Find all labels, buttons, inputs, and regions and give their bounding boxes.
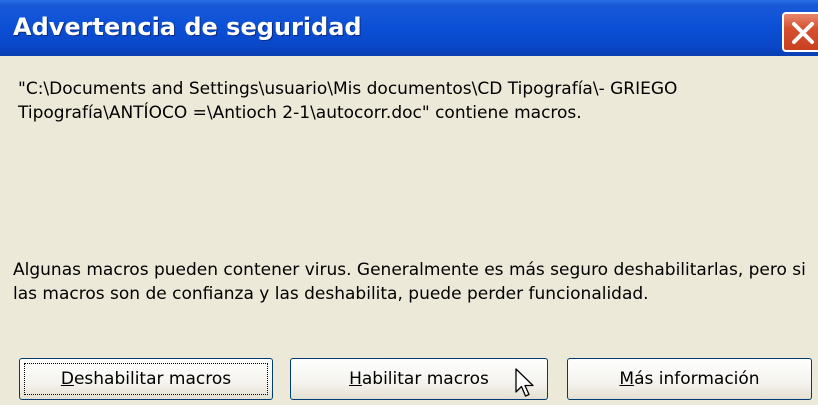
focus-rectangle	[24, 363, 268, 395]
more-info-label: ás información	[634, 369, 760, 389]
disable-macros-button[interactable]: Deshabilitar macros	[19, 358, 273, 400]
macro-file-message: "C:\Documents and Settings\usuario\Mis d…	[18, 79, 678, 123]
mouse-pointer-icon	[515, 368, 534, 397]
enable-macros-accel: H	[349, 369, 362, 389]
close-icon	[792, 22, 814, 44]
more-info-accel: M	[619, 369, 635, 389]
virus-warning-message: Algunas macros pueden contener virus. Ge…	[13, 260, 806, 304]
dialog-title: Advertencia de seguridad	[13, 13, 362, 41]
enable-macros-label: abilitar macros	[361, 369, 489, 389]
enable-macros-button[interactable]: Habilitar macros	[290, 358, 548, 400]
title-bar[interactable]: Advertencia de seguridad	[0, 0, 818, 56]
close-button[interactable]	[782, 12, 818, 52]
more-info-button[interactable]: Más información	[567, 358, 812, 400]
security-warning-dialog: Advertencia de seguridad "C:\Documents a…	[0, 0, 818, 405]
